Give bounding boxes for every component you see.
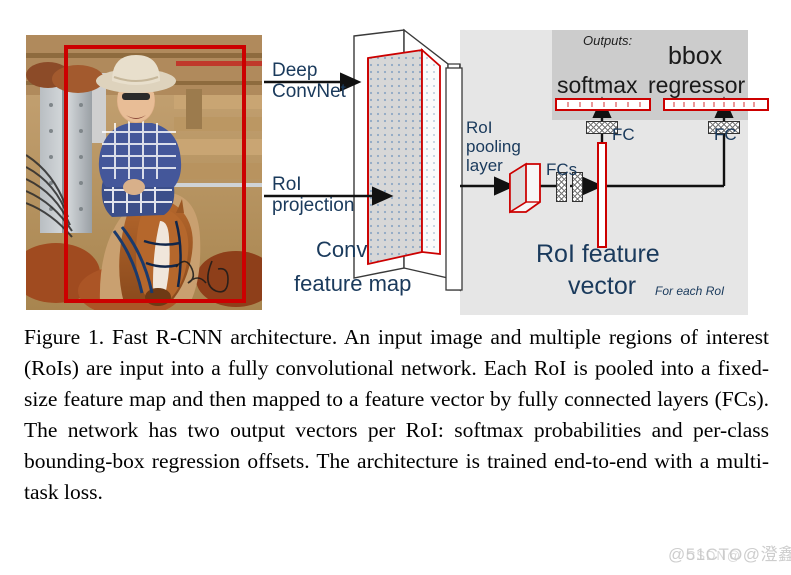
softmax-output-vector — [555, 98, 651, 111]
bbox-regressor-output-vector — [663, 98, 769, 111]
label-outputs: Outputs: — [583, 33, 633, 48]
label-feature-map: feature map — [294, 271, 412, 296]
watermark-secondary: CSDN@ — [686, 548, 742, 563]
label-conv: Conv — [316, 237, 368, 262]
label-fc-bbox: FC — [714, 125, 737, 144]
label-vector: vector — [568, 272, 637, 300]
watermark-primary: @51CTO@澄鑫 — [668, 545, 791, 564]
label-roi-projection: RoI projection — [272, 174, 355, 217]
figure-fast-rcnn-architecture: Deep ConvNet RoI projection Conv feature… — [0, 0, 791, 318]
roi-feature-vector-bar — [597, 142, 607, 248]
label-regressor: regressor — [648, 72, 746, 98]
label-bbox: bbox — [668, 42, 723, 70]
label-softmax: softmax — [557, 72, 638, 98]
label-roi-pooling-layer: RoI pooling layer — [466, 118, 521, 176]
label-deep-convnet: Deep ConvNet — [272, 60, 346, 103]
label-for-each-roi: For each RoI — [655, 284, 725, 298]
label-roi-feature: RoI feature — [536, 240, 660, 268]
label-fc-softmax: FC — [612, 125, 635, 144]
label-fcs: FCs — [546, 160, 578, 179]
figure-caption: Figure 1. Fast R-CNN architecture. An in… — [24, 325, 769, 504]
